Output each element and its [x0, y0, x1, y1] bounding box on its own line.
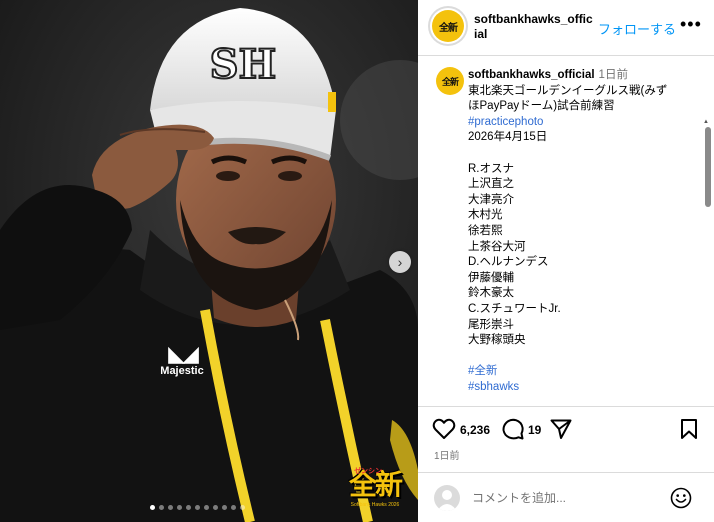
caption-line: ほPayPayドーム)試合前練習 [468, 100, 615, 113]
hashtag-link[interactable]: #全新 [468, 364, 700, 380]
player-name: 大野稼頭央 [468, 334, 526, 347]
author-avatar[interactable]: 全新 [432, 10, 464, 42]
slide-dot [150, 505, 155, 510]
player-name: 大津亮介 [468, 193, 514, 206]
more-dots-icon[interactable]: ••• [680, 14, 702, 35]
cap-logo: SH [210, 41, 277, 88]
like-count[interactable]: 6,236 [460, 423, 490, 437]
hashtag-link[interactable]: #practicephoto [468, 115, 700, 131]
watermark-top: ゼンシン [354, 468, 382, 475]
slide-dot [177, 505, 182, 510]
follow-button[interactable]: フォローする [598, 19, 676, 38]
zenshin-watermark: ゼンシン 全新 Softbank Hawks 2026 [340, 468, 410, 516]
player-name: 徐若熙 [468, 224, 503, 237]
comment-bar [418, 472, 714, 522]
slide-dot [186, 505, 191, 510]
scroll-up-arrow-icon[interactable]: ▲ [703, 119, 709, 125]
chevron-right-icon: › [397, 254, 403, 270]
caption-avatar[interactable]: 全新 [436, 67, 464, 95]
majestic-logo: ◣◢ Majestic [152, 341, 212, 378]
caption-line: 東北楽天ゴールデンイーグルス戦(みず [468, 84, 668, 97]
post-photo[interactable]: SH ◣◢ Majestic ゼンシン 全新 Softbank Hawks 20… [0, 0, 418, 522]
post-header: 全新 softbankhawks_official フォローする ••• [418, 0, 714, 56]
slide-dot [195, 505, 200, 510]
caption-scrollbar[interactable] [705, 127, 711, 207]
slide-dot [222, 505, 227, 510]
player-name: R.オスナ [468, 162, 514, 175]
slide-indicator [150, 505, 245, 510]
author-username[interactable]: softbankhawks_official [474, 12, 594, 42]
player-name: 上沢直之 [468, 178, 514, 191]
caption-scroll-area[interactable]: 全新 softbankhawks_official 1日前 東北楽天ゴールデンイー… [418, 57, 714, 405]
current-user-avatar [434, 485, 460, 511]
comment-count[interactable]: 19 [528, 423, 541, 437]
post-panel: 全新 softbankhawks_official フォローする ••• 全新 … [418, 0, 714, 522]
slide-dot [231, 505, 236, 510]
default-user-icon [437, 490, 457, 511]
player-name: 尾形崇斗 [468, 318, 514, 331]
paper-plane-icon[interactable] [550, 418, 572, 440]
comment-input[interactable] [472, 487, 662, 509]
smiley-icon[interactable] [670, 487, 692, 509]
slide-dot [240, 505, 245, 510]
next-slide-button[interactable]: › [389, 251, 411, 273]
player-name: C.スチュワートJr. [468, 302, 561, 315]
brand-label: Majestic [160, 365, 204, 377]
bookmark-icon[interactable] [680, 418, 698, 440]
slide-dot [159, 505, 164, 510]
player-name: 上茶谷大河 [468, 240, 526, 253]
caption-username[interactable]: softbankhawks_official [468, 69, 595, 81]
watermark-sub: Softbank Hawks 2026 [350, 502, 400, 508]
comment-bubble-icon[interactable] [502, 418, 524, 440]
hashtag-link[interactable]: #sbhawks [468, 380, 700, 396]
caption-date: 2026年4月15日 [468, 131, 548, 144]
player-name: 鈴木豪太 [468, 287, 514, 300]
player-name: D.ヘルナンデス [468, 256, 549, 269]
heart-icon[interactable] [432, 418, 456, 440]
player-name: 伊藤優輔 [468, 271, 514, 284]
post-timestamp: 1日前 [434, 451, 460, 462]
slide-dot [213, 505, 218, 510]
player-photo: SH [0, 0, 418, 522]
majestic-mark-icon: ◣◢ [168, 341, 199, 366]
action-bar: 6,236 19 1日前 [418, 406, 714, 466]
slide-dot [168, 505, 173, 510]
slide-dot [204, 505, 209, 510]
caption: softbankhawks_official 1日前 東北楽天ゴールデンイーグルス… [468, 68, 700, 395]
caption-time: 1日前 [598, 69, 628, 81]
player-name: 木村光 [468, 209, 503, 222]
